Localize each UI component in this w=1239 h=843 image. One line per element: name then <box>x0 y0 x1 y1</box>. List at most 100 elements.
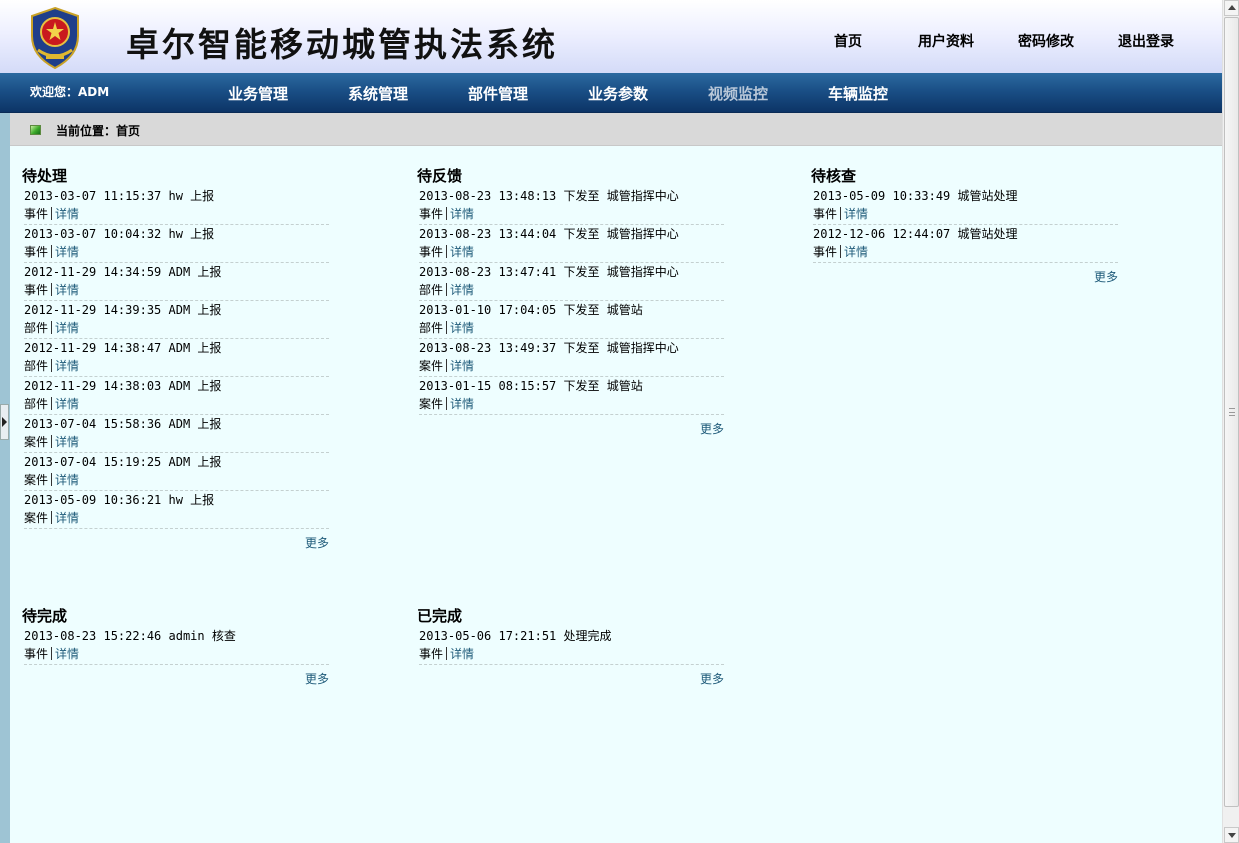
separator <box>51 245 53 258</box>
top-link-change-password[interactable]: 密码修改 <box>1018 31 1074 51</box>
entry-type: 部件 <box>24 397 49 411</box>
top-link-home[interactable]: 首页 <box>834 31 862 51</box>
entry-meta: 案件 详情 <box>24 509 329 527</box>
entry-meta: 事件 详情 <box>813 205 1118 223</box>
detail-link[interactable]: 详情 <box>450 397 474 411</box>
detail-link[interactable]: 详情 <box>55 207 79 221</box>
entry-meta: 事件 详情 <box>813 243 1118 261</box>
list-item: 2012-12-06 12:44:07 城管站处理 事件 详情 <box>813 225 1118 263</box>
separator <box>446 207 448 220</box>
separator <box>51 511 53 524</box>
entry-meta: 事件 详情 <box>419 243 724 261</box>
entry-list: 2013-05-06 17:21:51 处理完成 事件 详情 <box>417 627 724 665</box>
nav-item-system[interactable]: 系统管理 <box>348 83 408 104</box>
arrow-right-icon <box>2 417 7 427</box>
list-item: 2012-11-29 14:39:35 ADM 上报 部件 详情 <box>24 301 329 339</box>
list-item: 2012-11-29 14:34:59 ADM 上报 事件 详情 <box>24 263 329 301</box>
panel-feedback: 待反馈 2013-08-23 13:48:13 下发至 城管指挥中心 事件 详情 20… <box>417 165 724 437</box>
panel-to-complete: 待完成 2013-08-23 15:22:46 admin 核查 事件 详情 更多 <box>22 605 329 687</box>
entry-list: 2013-03-07 11:15:37 hw 上报 事件 详情 2013-03-07 … <box>22 187 329 529</box>
vertical-scrollbar[interactable] <box>1222 0 1239 843</box>
more-link[interactable]: 更多 <box>22 534 329 551</box>
entry-timestamp: 2013-08-23 13:49:37 下发至 城管指挥中心 <box>419 341 679 355</box>
entry-type: 事件 <box>24 207 49 221</box>
entry-timestamp: 2013-05-09 10:33:49 城管站处理 <box>813 189 1018 203</box>
more-link[interactable]: 更多 <box>417 670 724 687</box>
list-item: 2013-01-10 17:04:05 下发至 城管站 部件 详情 <box>419 301 724 339</box>
entry-meta: 事件 详情 <box>24 281 329 299</box>
list-item: 2013-05-09 10:33:49 城管站处理事件 详情 <box>813 187 1118 225</box>
detail-link[interactable]: 详情 <box>55 435 79 449</box>
panel-title: 待反馈 <box>417 167 463 185</box>
detail-link[interactable]: 详情 <box>55 647 79 661</box>
detail-link[interactable]: 详情 <box>55 473 79 487</box>
nav-item-vehicle[interactable]: 车辆监控 <box>828 83 888 104</box>
separator <box>51 473 53 486</box>
top-link-logout[interactable]: 退出登录 <box>1118 31 1174 51</box>
entry-meta: 事件 详情 <box>24 243 329 261</box>
detail-link[interactable]: 详情 <box>450 207 474 221</box>
detail-link[interactable]: 详情 <box>450 321 474 335</box>
separator <box>446 647 448 660</box>
detail-link[interactable]: 详情 <box>844 207 868 221</box>
more-link[interactable]: 更多 <box>22 670 329 687</box>
scroll-up-button[interactable] <box>1224 0 1239 16</box>
nav-item-video[interactable]: 视频监控 <box>708 83 768 104</box>
header: 卓尔智能移动城管执法系统 首页 用户资料 密码修改 退出登录 <box>0 0 1222 73</box>
detail-link[interactable]: 详情 <box>55 321 79 335</box>
detail-link[interactable]: 详情 <box>450 283 474 297</box>
main-nav-bar: 欢迎您：ADM 业务管理 系统管理 部件管理 业务参数 视频监控 车辆监控 <box>0 73 1222 113</box>
entry-type: 事件 <box>24 283 49 297</box>
sidebar-toggle-button[interactable] <box>0 404 9 440</box>
nav-item-business[interactable]: 业务管理 <box>228 83 288 104</box>
panel-pending: 待处理 2013-03-07 11:15:37 hw 上报 事件 详情 2013-03… <box>22 165 329 551</box>
arrow-down-icon <box>1228 833 1236 838</box>
entry-timestamp: 2013-08-23 13:47:41 下发至 城管指挥中心 <box>419 265 679 279</box>
entry-meta: 部件 详情 <box>24 357 329 375</box>
nav-item-parameters[interactable]: 业务参数 <box>588 83 648 104</box>
entry-meta: 事件 详情 <box>24 645 329 663</box>
detail-link[interactable]: 详情 <box>450 245 474 259</box>
list-item: 2012-11-29 14:38:03 ADM 上报 部件 详情 <box>24 377 329 415</box>
scrollbar-thumb[interactable] <box>1224 17 1239 807</box>
entry-type: 事件 <box>419 245 444 259</box>
entry-timestamp: 2012-11-29 14:38:03 ADM 上报 <box>24 379 222 393</box>
detail-link[interactable]: 详情 <box>55 283 79 297</box>
separator <box>51 207 53 220</box>
nav-item-component[interactable]: 部件管理 <box>468 83 528 104</box>
entry-list: 2013-08-23 15:22:46 admin 核查 事件 详情 <box>22 627 329 665</box>
scroll-down-button[interactable] <box>1224 827 1239 843</box>
entry-meta: 事件 详情 <box>24 205 329 223</box>
entry-timestamp: 2013-07-04 15:19:25 ADM 上报 <box>24 455 222 469</box>
separator <box>446 397 448 410</box>
detail-link[interactable]: 详情 <box>55 245 79 259</box>
list-item: 2013-05-09 10:36:21 hw 上报 案件 详情 <box>24 491 329 529</box>
top-link-user-profile[interactable]: 用户资料 <box>918 31 974 51</box>
detail-link[interactable]: 详情 <box>55 511 79 525</box>
separator <box>446 321 448 334</box>
detail-link[interactable]: 详情 <box>844 245 868 259</box>
entry-timestamp: 2012-11-29 14:39:35 ADM 上报 <box>24 303 222 317</box>
separator <box>446 245 448 258</box>
panel-completed: 已完成 2013-05-06 17:21:51 处理完成 事件 详情 更多 <box>417 605 724 687</box>
separator <box>51 359 53 372</box>
detail-link[interactable]: 详情 <box>450 359 474 373</box>
list-item: 2013-03-07 11:15:37 hw 上报 事件 详情 <box>24 187 329 225</box>
detail-link[interactable]: 详情 <box>55 359 79 373</box>
entry-type: 事件 <box>419 207 444 221</box>
more-link[interactable]: 更多 <box>811 268 1118 285</box>
list-item: 2013-08-23 13:44:04 下发至 城管指挥中心 事件 详情 <box>419 225 724 263</box>
entry-meta: 部件 详情 <box>419 281 724 299</box>
entry-type: 案件 <box>419 359 444 373</box>
detail-link[interactable]: 详情 <box>55 397 79 411</box>
arrow-up-icon <box>1228 5 1236 10</box>
more-link[interactable]: 更多 <box>417 420 724 437</box>
separator <box>840 245 842 258</box>
entry-meta: 事件 详情 <box>419 645 724 663</box>
separator <box>446 359 448 372</box>
panel-title: 待核查 <box>811 167 857 185</box>
detail-link[interactable]: 详情 <box>450 647 474 661</box>
entry-meta: 事件 详情 <box>419 205 724 223</box>
list-item: 2013-08-23 13:48:13 下发至 城管指挥中心 事件 详情 <box>419 187 724 225</box>
panel-title: 已完成 <box>417 607 463 625</box>
